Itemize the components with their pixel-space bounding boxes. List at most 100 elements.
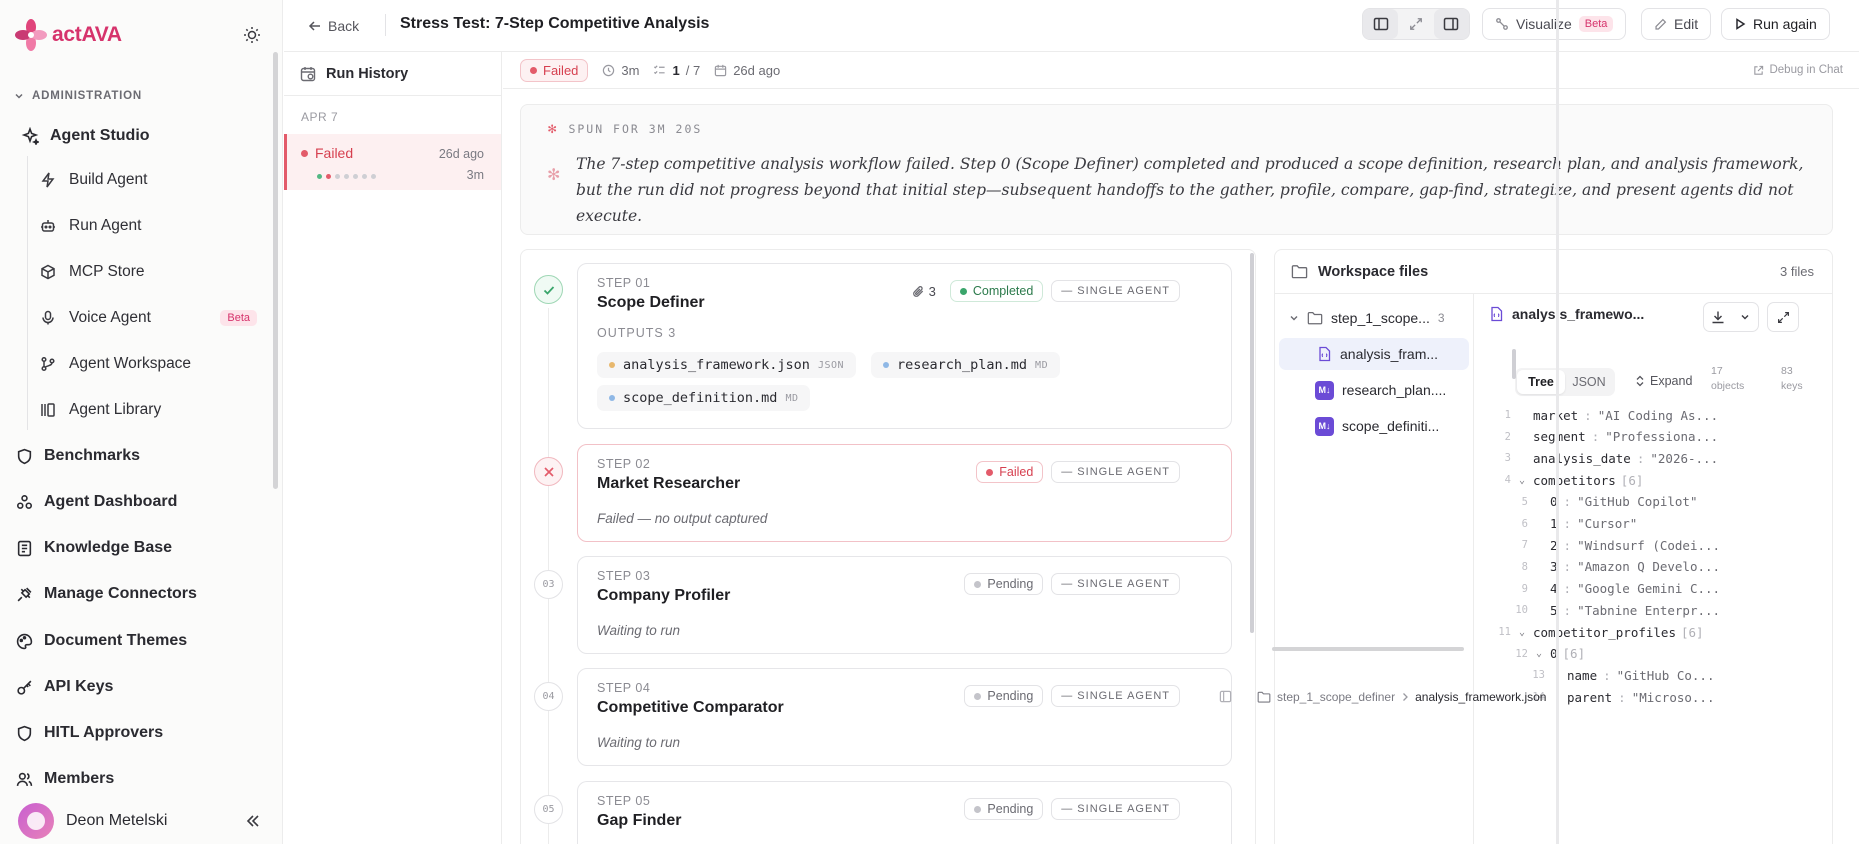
back-button[interactable]: Back (308, 14, 359, 38)
json-value: "Tabnine Enterpr... (1577, 602, 1721, 618)
tree-file[interactable]: M↓ scope_definiti... (1279, 410, 1469, 442)
status-label: Pending (987, 689, 1034, 703)
step-card[interactable]: STEP 05 Gap Finder Pending — SINGLE AGENT (577, 781, 1232, 844)
sidebar-item-hitl-approvers[interactable]: HITL Approvers (14, 720, 163, 746)
sidebar-item-manage-connectors[interactable]: Manage Connectors (14, 581, 197, 607)
json-key: competitor_profiles (1533, 624, 1676, 640)
json-colon: : (1563, 559, 1572, 575)
sidebar-item-agent-workspace[interactable]: Agent Workspace (39, 351, 257, 377)
panel-toggle-icon[interactable] (1219, 690, 1232, 703)
sparkle-icon (20, 126, 40, 146)
step-card[interactable]: STEP 04 Competitive Comparator Pending —… (577, 668, 1232, 766)
chevron-down-icon[interactable]: ⌄ (1519, 475, 1533, 486)
theme-toggle-sun-icon[interactable] (241, 24, 263, 46)
tab-json[interactable]: JSON (1565, 370, 1613, 394)
viewer-file-name: analysis_framewo... (1512, 306, 1645, 322)
line-number: 10 (1515, 604, 1528, 617)
external-link-icon (1753, 65, 1764, 76)
folder-count: 3 (1437, 311, 1445, 325)
sidebar-item-knowledge-base[interactable]: Knowledge Base (14, 535, 172, 561)
administration-section-toggle[interactable]: ADMINISTRATION (14, 90, 142, 102)
chevron-down-icon[interactable]: ⌄ (1519, 627, 1533, 638)
line-number: 13 (1532, 669, 1545, 682)
robot-icon (39, 217, 57, 235)
sidebar-item-benchmarks[interactable]: Benchmarks (14, 443, 140, 469)
collapse-sidebar-icon[interactable] (243, 811, 263, 831)
sidebar-item-agent-dashboard[interactable]: Agent Dashboard (14, 489, 177, 515)
step-name: Market Researcher (597, 475, 741, 492)
status-dot (986, 468, 994, 476)
json-line[interactable]: 4 ⌄ competitors [6] (1475, 469, 1815, 491)
step-number: STEP 04 (597, 681, 651, 695)
fullscreen-icon[interactable] (1398, 9, 1433, 39)
plug-icon (14, 584, 34, 604)
json-horizontal-scrollbar[interactable] (1272, 647, 1464, 651)
output-file-chip[interactable]: research_plan.md MD (871, 352, 1061, 378)
visualize-button[interactable]: Visualize Beta (1482, 8, 1627, 40)
step-number: STEP 02 (597, 457, 651, 471)
json-array-length: [6] (1681, 624, 1704, 640)
status-dot (959, 287, 967, 295)
file-ext: MD (785, 392, 799, 404)
sidebar-item-label: API Keys (44, 678, 114, 695)
sidebar-item-members[interactable]: Members (14, 766, 114, 792)
json-value: "Cursor" (1577, 516, 1638, 531)
sidebar-item-mcp-store[interactable]: MCP Store (39, 259, 257, 285)
run-age: 26d ago (438, 147, 484, 161)
expand-all-button[interactable]: Expand (1635, 374, 1692, 388)
shield-check-icon (14, 723, 34, 743)
json-vertical-scrollbar[interactable] (1512, 349, 1516, 379)
sidebar-item-agent-studio[interactable]: Agent Studio (20, 123, 150, 149)
beta-badge: Beta (1578, 16, 1614, 32)
sidebar-item-api-keys[interactable]: API Keys (14, 674, 113, 700)
chevron-down-icon[interactable]: ⌄ (1536, 648, 1550, 659)
user-profile[interactable]: Deon Metelski (18, 803, 263, 839)
json-value: "Microso... (1631, 689, 1715, 705)
arrow-left-icon (308, 19, 322, 33)
json-value: "2026-... (1650, 450, 1719, 466)
breadcrumb-folder[interactable]: step_1_scope_definer (1277, 690, 1395, 704)
status-label: Pending (987, 802, 1034, 816)
output-file-chip[interactable]: analysis_framework.json JSON (597, 352, 857, 378)
expand-viewer-icon[interactable] (1767, 302, 1799, 332)
tree-file[interactable]: M↓ research_plan.... (1279, 374, 1469, 406)
sidebar-item-build-agent[interactable]: Build Agent (39, 167, 257, 193)
logo[interactable]: actAVA (14, 18, 122, 52)
sidebar-item-run-agent[interactable]: Run Agent (39, 213, 257, 239)
sidebar-item-voice-agent[interactable]: Voice Agent Beta (39, 305, 257, 331)
sidebar-item-agent-library[interactable]: Agent Library (39, 397, 257, 423)
json-key: name (1567, 667, 1598, 683)
output-file-chip[interactable]: scope_definition.md MD (597, 385, 811, 411)
step-dot (326, 174, 331, 179)
chevron-right-icon (1401, 692, 1409, 702)
chevron-down-icon[interactable] (1731, 303, 1758, 331)
right-panel-toggle-icon[interactable] (1433, 9, 1469, 39)
agent-type-badge: — SINGLE AGENT (1051, 685, 1180, 707)
left-panel-toggle-icon[interactable] (1363, 9, 1399, 39)
status-badge: Pending (964, 798, 1044, 820)
summary-asterisk-icon: ✻ (547, 167, 561, 184)
sidebar-scrollbar[interactable] (273, 52, 278, 489)
run-history-item[interactable]: Failed 26d ago 3m (284, 134, 501, 190)
sidebar-item-document-themes[interactable]: Document Themes (14, 628, 187, 654)
json-array-length: [6] (1620, 472, 1644, 488)
cube-icon (39, 263, 57, 281)
tree-file[interactable]: analysis_fram... (1279, 338, 1469, 370)
json-line[interactable]: 11 ⌄ competitor_profiles [6] (1475, 621, 1815, 643)
step-card[interactable]: STEP 01 Scope Definer 3 Completed — SINGL… (577, 263, 1232, 429)
download-icon[interactable] (1704, 303, 1731, 331)
logo-text: actAVA (52, 23, 122, 46)
steps-scrollbar[interactable] (1250, 253, 1254, 633)
run-again-button[interactable]: Run again (1721, 8, 1830, 40)
json-line[interactable]: 12 ⌄ 0 [6] (1475, 643, 1815, 665)
json-line: 9 4: "Google Gemini C... (1475, 578, 1815, 600)
tree-folder[interactable]: step_1_scope... 3 (1289, 302, 1467, 334)
edit-button[interactable]: Edit (1641, 8, 1712, 40)
debug-in-chat-link[interactable]: Debug in Chat (1753, 64, 1843, 76)
step-card[interactable]: STEP 02 Market Researcher Failed — SINGLE… (577, 444, 1232, 542)
step-marker: 03 (534, 570, 563, 599)
step-failed-x-icon (534, 457, 563, 486)
folder-icon (1291, 264, 1308, 279)
step-dot (362, 174, 367, 179)
step-card[interactable]: STEP 03 Company Profiler Pending — SINGLE… (577, 556, 1232, 654)
